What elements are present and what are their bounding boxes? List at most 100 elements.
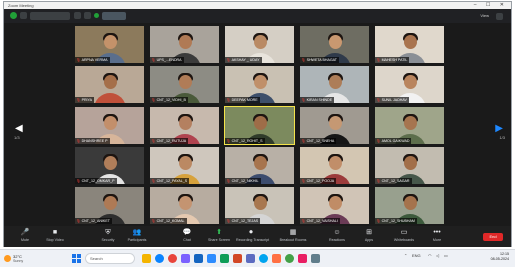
participant-name: CNT_12_POOJA xyxy=(306,178,335,183)
participant-video-tile[interactable]: 🎙CNT_12_POOJA xyxy=(300,146,369,184)
participant-video-tile[interactable]: 🎙SHWETA BHAGAT xyxy=(300,26,369,63)
participant-video-tile[interactable]: 🎙CNT_12_SNEHA xyxy=(300,106,369,144)
wifi-icon[interactable]: ◠ xyxy=(428,253,432,258)
photos-icon[interactable] xyxy=(272,254,281,263)
participant-video-tile[interactable]: 🎙CNT_12_SHUBHAM xyxy=(375,187,444,224)
reactions-button[interactable]: ☺ Reactions xyxy=(322,228,352,246)
zoom-window: Zoom Meeting – ☐ ✕ View ◀ 1/3 ▶ 1/3 🎙ARP… xyxy=(3,1,512,247)
participant-video-tile[interactable]: 🎙ARPNA VERMA xyxy=(75,26,144,63)
participant-video-tile[interactable]: 🎙DEEPAK MORE xyxy=(225,66,294,104)
participant-video-tile[interactable]: 🎙CNT_12_SAGAR xyxy=(375,146,444,184)
security-button[interactable]: ⛨ Security xyxy=(93,228,123,246)
next-page-icon[interactable]: ▶ xyxy=(495,124,503,134)
chrome-icon[interactable] xyxy=(168,254,177,263)
stop-video-button[interactable]: ■ Stop Video xyxy=(40,228,70,246)
participant-video-tile[interactable]: 🎙AMOL GAIKWAD xyxy=(375,106,444,144)
participant-video-tile[interactable]: 🎙CNT_12_VIDHI_B xyxy=(150,66,219,104)
whatsapp-icon[interactable] xyxy=(285,254,294,263)
fullscreen-icon[interactable] xyxy=(496,13,503,20)
participant-video-tile[interactable]: 🎙CNT_12_VAISHALI xyxy=(300,187,369,224)
meeting-info-pill[interactable] xyxy=(30,12,70,20)
tray-chevron-icon[interactable]: ⌃ xyxy=(404,253,407,258)
mail-icon[interactable] xyxy=(259,254,268,263)
participant-video-tile[interactable]: 🎙KIRAN SHINDE xyxy=(300,66,369,104)
store-icon[interactable] xyxy=(181,254,190,263)
recording-icon[interactable] xyxy=(74,12,81,19)
windows-start-icon[interactable] xyxy=(72,254,81,263)
muted-mic-icon: 🎙 xyxy=(376,58,381,62)
participant-name-label: 🎙AMOL GAIKWAD xyxy=(375,137,412,144)
record-button[interactable]: ⏺ Recording Transcript xyxy=(236,228,270,246)
taskbar-clock[interactable]: 12:15 08-05-2024 xyxy=(491,252,509,262)
teams-icon[interactable] xyxy=(246,254,255,263)
breakout-rooms-button[interactable]: ▦ Breakout Rooms xyxy=(278,228,308,246)
window-controls[interactable]: – ☐ ✕ xyxy=(474,2,508,9)
participant-video-tile[interactable]: 🎙MAHESH PATIL xyxy=(375,26,444,63)
participant-video-tile[interactable]: 🎙DHANSHREE P xyxy=(75,106,144,144)
previous-page-icon[interactable]: ◀ xyxy=(15,124,23,134)
edge-icon[interactable] xyxy=(155,254,164,263)
participant-video-tile[interactable]: 🎙AKSHAY _ UDAY xyxy=(225,26,294,63)
participant-name-label: 🎙CNT_12_KOMAL xyxy=(150,218,187,224)
windows-taskbar: 32°C Sunny Search ⌃ ENG ◠ ◁ ▭ 12:15 08-0… xyxy=(0,249,515,267)
participant-name: CNT_12_OMKAR_P xyxy=(81,178,115,183)
more-label: More xyxy=(432,238,442,242)
weather-widget[interactable]: 32°C Sunny xyxy=(4,253,32,265)
apps-label: Apps xyxy=(364,238,374,242)
record-label: Recording Transcript xyxy=(236,238,270,242)
participant-face xyxy=(103,75,117,90)
muted-mic-icon: 🎙 xyxy=(376,98,381,103)
info-icon[interactable] xyxy=(20,12,27,19)
participant-face xyxy=(178,35,192,49)
view-menu[interactable]: View xyxy=(480,12,489,20)
muted-mic-icon: 🎙 xyxy=(301,138,306,143)
word-icon[interactable] xyxy=(194,254,203,263)
chat-button[interactable]: 💬 Chat xyxy=(172,228,202,246)
participant-video-tile[interactable]: 🎙CNT_12_ANIKET xyxy=(75,187,144,224)
whiteboards-button[interactable]: ▭ Whiteboards xyxy=(389,228,419,246)
participant-video-tile[interactable]: 🎙CNT_12_OMKAR_P xyxy=(75,146,144,184)
captions-icon[interactable] xyxy=(84,12,91,19)
language-indicator[interactable]: ENG xyxy=(412,253,421,258)
file-explorer-icon[interactable] xyxy=(142,254,151,263)
participant-name-label: 🎙UPS_...ENDRA xyxy=(150,57,184,63)
participant-video-tile[interactable]: 🎙CNT_12_PAYAL_S xyxy=(150,146,219,184)
apps-button[interactable]: ⊞ Apps xyxy=(354,228,384,246)
breakout-rooms-label: Breakout Rooms xyxy=(279,238,307,242)
participant-video-tile[interactable]: 🎙CNT_12_TEJAS xyxy=(225,187,294,224)
volume-icon[interactable]: ◁ xyxy=(436,253,439,258)
powerpoint-icon[interactable] xyxy=(233,254,242,263)
settings-icon[interactable] xyxy=(311,254,320,263)
video-gallery: 🎙ARPNA VERMA 🎙UPS_...ENDRA 🎙AKSHAY _ UDAY 🎙… xyxy=(75,26,445,224)
participant-face xyxy=(328,155,342,170)
participant-video-tile[interactable]: 🎙CNT_12_NIKHIL xyxy=(225,146,294,184)
media-icon[interactable] xyxy=(298,254,307,263)
share-screen-button[interactable]: ⬆ Share Screen xyxy=(204,228,234,246)
participant-name-label: 🎙KIRAN SHINDE xyxy=(300,97,335,104)
participant-video-tile[interactable]: 🎙SUNIL JADHAV xyxy=(375,66,444,104)
speaker-view-pill[interactable] xyxy=(102,12,126,20)
participant-video-tile[interactable]: 🎙UPS_...ENDRA xyxy=(150,26,219,63)
taskbar-search-input[interactable]: Search xyxy=(85,253,135,264)
end-meeting-button[interactable]: End xyxy=(483,233,503,241)
more-button[interactable]: ••• More xyxy=(422,228,452,246)
participant-name-label: 🎙AKSHAY _ UDAY xyxy=(225,57,262,63)
participants-icon: 👥 xyxy=(132,229,142,236)
mute-button[interactable]: 🎤 Mute xyxy=(10,228,40,246)
participant-face xyxy=(328,35,342,49)
participant-video-tile[interactable]: 🎙PRIYA xyxy=(75,66,144,104)
participant-video-tile[interactable]: 🎙CNT_12_RUTUJA xyxy=(150,106,219,144)
excel-icon[interactable] xyxy=(220,254,229,263)
participant-name: DHANSHREE P xyxy=(81,138,108,143)
battery-icon[interactable]: ▭ xyxy=(444,253,448,258)
participant-name: CNT_12_SNEHA xyxy=(306,138,335,143)
participant-video-tile[interactable]: 🎙CNT_12_ROHIT_S xyxy=(224,105,295,145)
participant-video-tile[interactable]: 🎙CNT_12_KOMAL xyxy=(150,187,219,224)
zoom-icon[interactable] xyxy=(207,254,216,263)
participants-label: Participants xyxy=(127,238,147,242)
participant-face xyxy=(403,75,417,90)
muted-mic-icon: 🎙 xyxy=(226,58,231,62)
shield-icon[interactable] xyxy=(10,12,17,19)
participants-button[interactable]: 👥 Participants xyxy=(122,228,152,246)
participant-name: SUNIL JADHAV xyxy=(381,98,407,103)
